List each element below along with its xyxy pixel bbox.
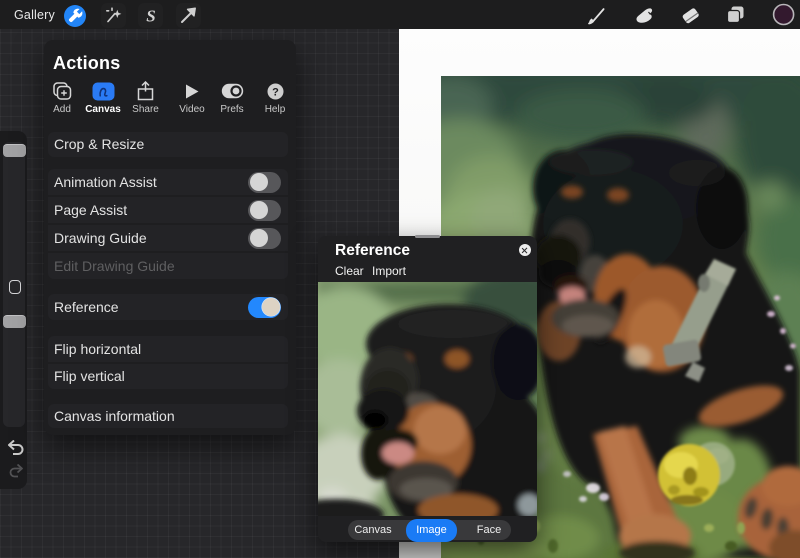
svg-text:S: S — [146, 6, 155, 25]
svg-text:?: ? — [272, 86, 279, 98]
